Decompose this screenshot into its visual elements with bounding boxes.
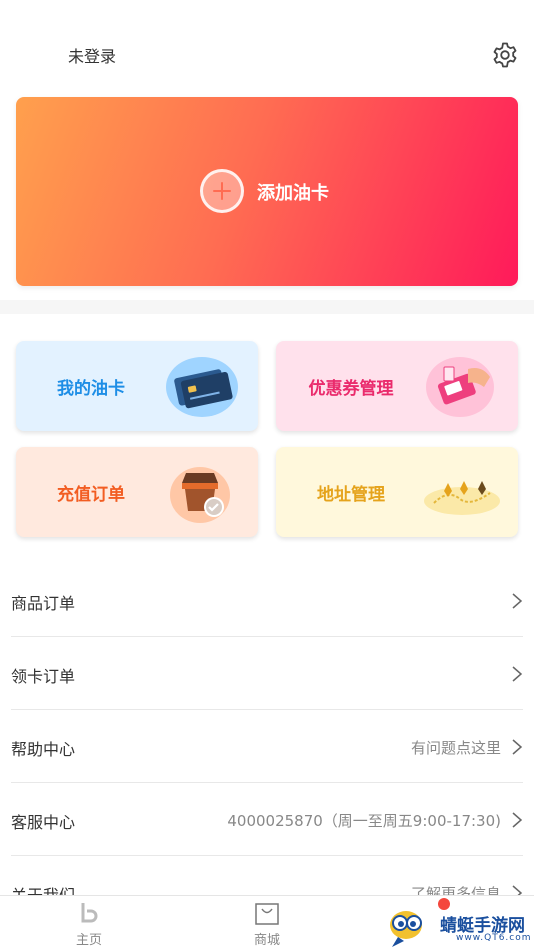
card-label: 优惠券管理 xyxy=(308,379,394,399)
dragonfly-logo-icon xyxy=(390,911,422,947)
list-item-help-center[interactable]: 帮助中心 有问题点这里 xyxy=(11,710,523,783)
profile-page: 未登录 添加油卡 我的油卡 优惠券管理 充值订单 地址管理 商品订单 领卡订单 … xyxy=(0,0,534,949)
list-item-title: 客服中心 xyxy=(11,813,76,832)
address-management-card[interactable]: 地址管理 xyxy=(276,447,518,537)
watermark: 蜻蜓手游网 www.QT6.com xyxy=(386,903,534,949)
chevron-right-icon xyxy=(512,812,523,828)
tab-mall[interactable]: 商城 xyxy=(212,896,322,949)
tab-home[interactable]: 主页 xyxy=(34,896,144,949)
gear-icon xyxy=(493,42,517,68)
recharge-order-card[interactable]: 充值订单 xyxy=(16,447,258,537)
map-route-illustration xyxy=(424,481,500,515)
settings-button[interactable] xyxy=(490,40,520,70)
card-label: 充值订单 xyxy=(57,485,125,505)
add-oil-card-label: 添加油卡 xyxy=(257,183,329,204)
list-item-product-orders[interactable]: 商品订单 xyxy=(11,564,523,637)
card-label: 我的油卡 xyxy=(57,379,125,399)
coupon-management-card[interactable]: 优惠券管理 xyxy=(276,341,518,431)
list-item-title: 领卡订单 xyxy=(11,667,76,686)
coupon-payment-illustration xyxy=(426,357,494,417)
home-logo-icon xyxy=(81,903,98,923)
add-oil-card-banner[interactable]: 添加油卡 xyxy=(16,97,518,286)
list-item-customer-service[interactable]: 客服中心 4000025870（周一至周五9:00-17:30) xyxy=(11,783,523,856)
card-label: 地址管理 xyxy=(317,485,385,505)
plus-circle-icon xyxy=(200,169,244,213)
tab-home-label: 主页 xyxy=(75,933,102,948)
credit-card-illustration xyxy=(166,357,238,417)
chevron-right-icon xyxy=(512,593,523,609)
list-item-value: 有问题点这里 xyxy=(410,739,501,757)
tab-mall-label: 商城 xyxy=(253,933,280,948)
login-status-text[interactable]: 未登录 xyxy=(68,43,116,67)
shopping-bag-icon xyxy=(255,903,279,925)
watermark-url: www.QT6.com xyxy=(456,933,532,943)
menu-list: 商品订单 领卡订单 帮助中心 有问题点这里 客服中心 4000025870（周一… xyxy=(0,564,534,929)
list-item-card-orders[interactable]: 领卡订单 xyxy=(11,637,523,710)
header: 未登录 xyxy=(0,0,534,96)
section-divider xyxy=(0,300,534,314)
list-item-value: 4000025870（周一至周五9:00-17:30) xyxy=(227,812,501,830)
chevron-right-icon xyxy=(512,739,523,755)
list-item-title: 帮助中心 xyxy=(11,740,76,759)
my-oil-card-card[interactable]: 我的油卡 xyxy=(16,341,258,431)
shopping-basket-illustration xyxy=(170,467,230,523)
list-item-title: 商品订单 xyxy=(11,594,76,613)
chevron-right-icon xyxy=(512,666,523,682)
